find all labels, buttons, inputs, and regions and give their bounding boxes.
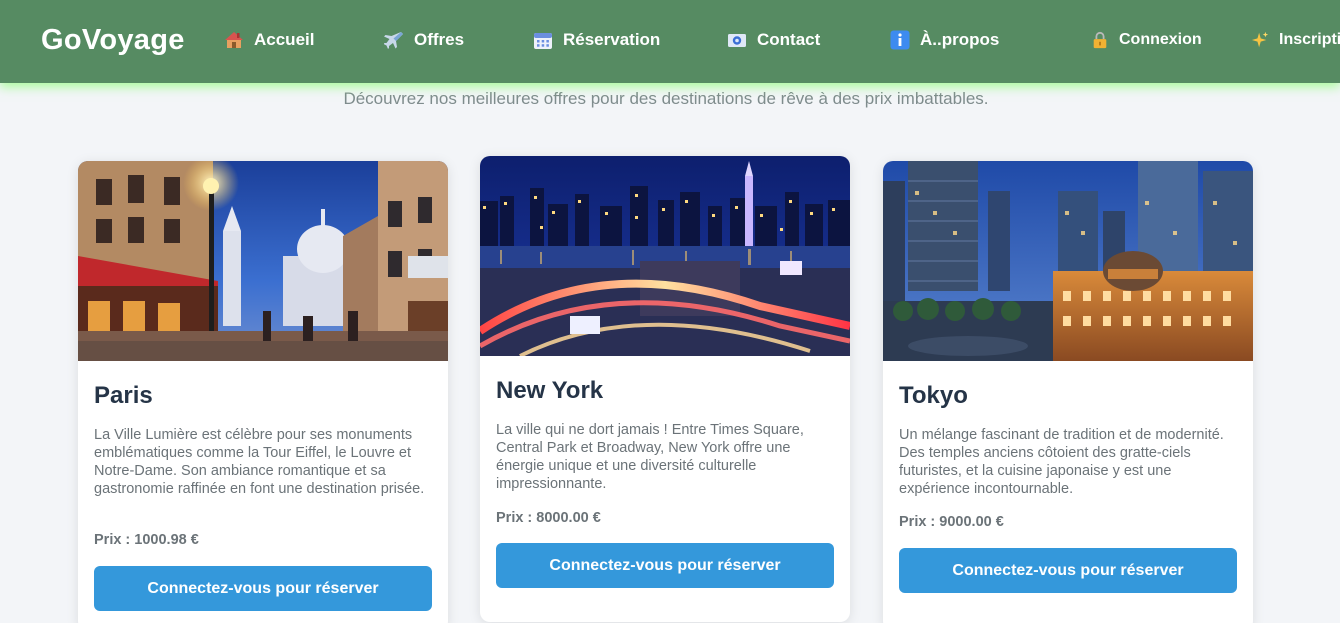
nav-item-connexion[interactable]: Connexion bbox=[1091, 31, 1202, 49]
calendar-icon bbox=[534, 33, 552, 49]
sparkles-icon bbox=[1251, 31, 1269, 48]
new-york-photo bbox=[480, 156, 850, 356]
nav-item-contact[interactable]: Contact bbox=[727, 30, 820, 50]
tokyo-photo bbox=[883, 161, 1253, 361]
destination-card-paris: Paris La Ville Lumière est célèbre pour … bbox=[78, 161, 448, 623]
info-icon bbox=[890, 30, 910, 50]
brand-logo[interactable]: GoVoyage bbox=[41, 24, 185, 57]
nav-label: Contact bbox=[757, 30, 821, 49]
page-subtitle: Découvrez nos meilleures offres pour des… bbox=[343, 89, 989, 108]
card-description: La Ville Lumière est célèbre pour ses mo… bbox=[94, 427, 425, 497]
nav-label: Accueil bbox=[254, 30, 315, 49]
card-price: Prix : 9000.00 € bbox=[899, 514, 1004, 530]
card-title: New York bbox=[496, 377, 604, 404]
card-title: Tokyo bbox=[899, 382, 968, 409]
destination-card-new-york: New York La ville qui ne dort jamais ! E… bbox=[480, 156, 850, 622]
reserve-button[interactable]: Connectez-vous pour réserver bbox=[496, 543, 834, 588]
airplane-icon bbox=[384, 32, 403, 49]
card-price: Prix : 1000.98 € bbox=[94, 532, 199, 548]
destination-card-tokyo: Tokyo Un mélange fascinant de tradition … bbox=[883, 161, 1253, 623]
reserve-button[interactable]: Connectez-vous pour réserver bbox=[94, 566, 432, 611]
paris-photo bbox=[78, 161, 448, 361]
nav-item-inscription[interactable]: Inscription bbox=[1251, 31, 1340, 49]
lock-icon bbox=[1093, 31, 1107, 49]
email-icon bbox=[728, 34, 746, 47]
nav-label: À..propos bbox=[920, 30, 1000, 49]
house-icon bbox=[225, 32, 243, 48]
nav-item-apropos[interactable]: À..propos bbox=[890, 30, 999, 50]
reserve-button[interactable]: Connectez-vous pour réserver bbox=[899, 548, 1237, 593]
nav-label: Connexion bbox=[1119, 31, 1202, 48]
nav-label: Inscription bbox=[1279, 31, 1340, 48]
navbar: GoVoyage Accueil Offres Réservation Cont… bbox=[0, 0, 1340, 83]
nav-label: Offres bbox=[414, 30, 465, 49]
card-title: Paris bbox=[94, 382, 153, 409]
nav-item-offres[interactable]: Offres bbox=[384, 30, 464, 50]
card-price: Prix : 8000.00 € bbox=[496, 510, 601, 526]
card-description: La ville qui ne dort jamais ! Entre Time… bbox=[496, 422, 804, 492]
nav-item-reservation[interactable]: Réservation bbox=[533, 30, 660, 50]
card-description: Un mélange fascinant de tradition et de … bbox=[899, 427, 1224, 497]
nav-label: Réservation bbox=[563, 30, 661, 49]
nav-item-accueil[interactable]: Accueil bbox=[224, 30, 314, 50]
